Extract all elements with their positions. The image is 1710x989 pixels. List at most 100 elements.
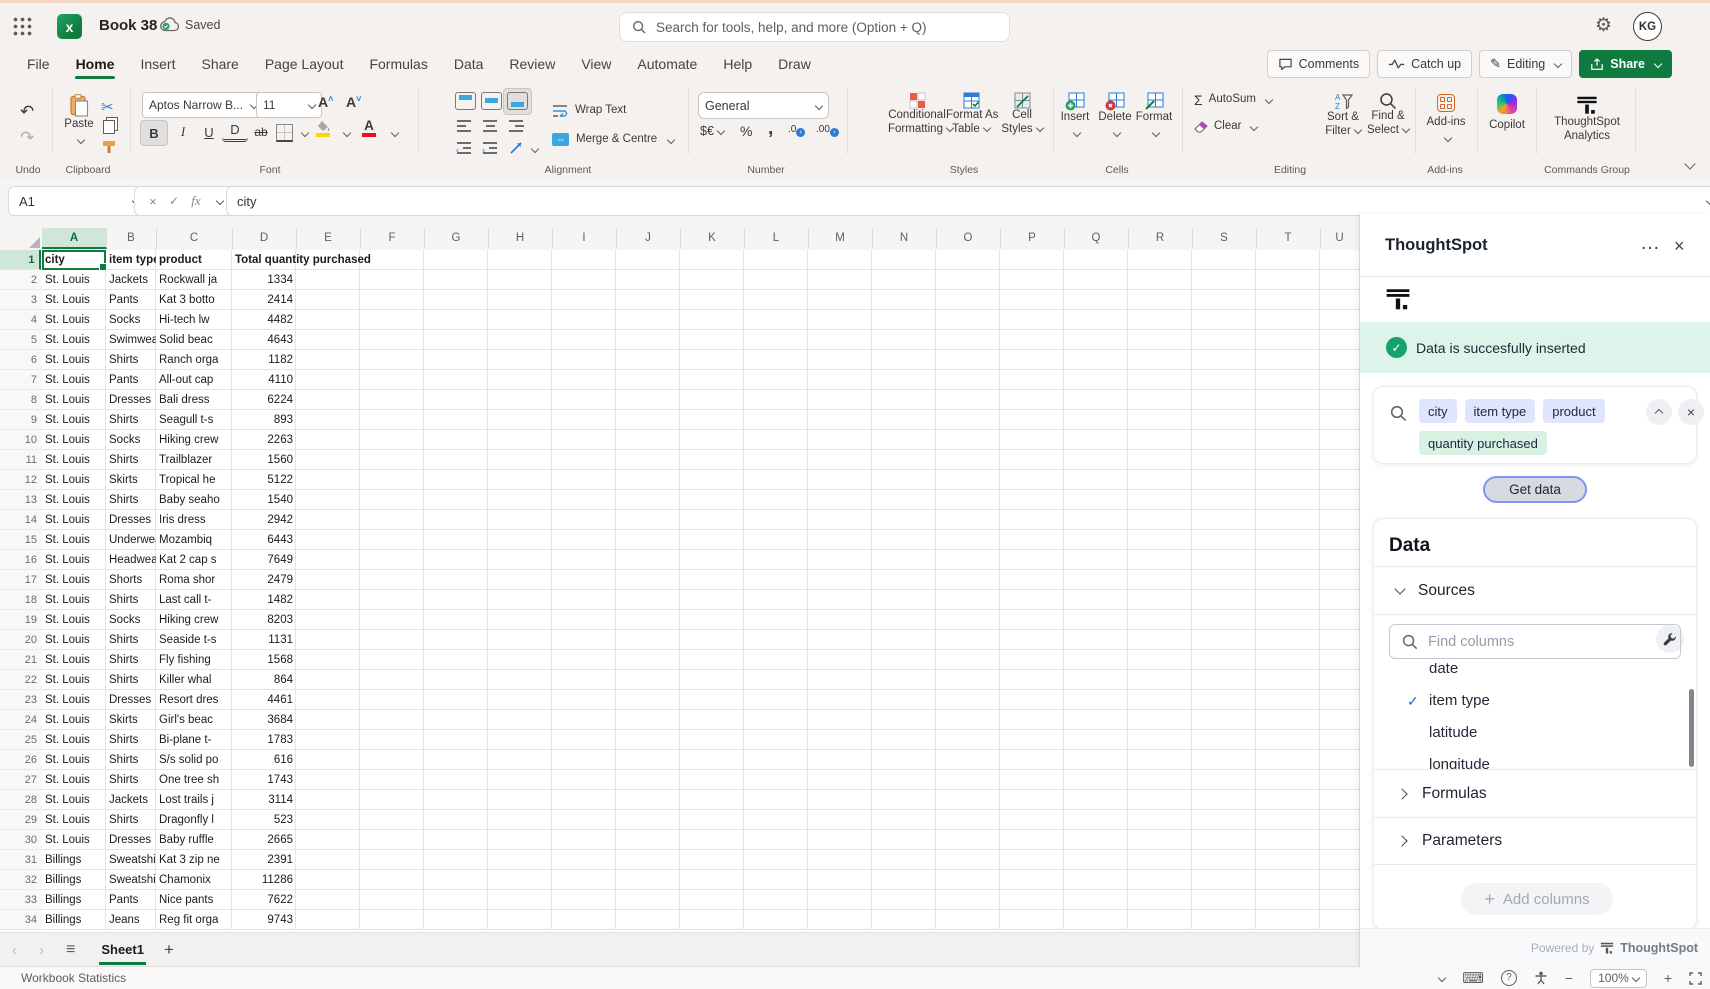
column-headers[interactable]: ABCDEFGHIJKLMNOPQRSTU — [42, 228, 1359, 251]
cell-A27[interactable]: St. Louis — [42, 770, 106, 790]
row-header-17[interactable]: 17 — [0, 570, 41, 590]
cell-B18[interactable]: Shirts — [106, 590, 156, 610]
cell-D30[interactable]: 2665 — [232, 830, 296, 850]
column-header-Q[interactable]: Q — [1064, 228, 1129, 249]
search-token-item-type[interactable]: item type — [1465, 399, 1536, 423]
column-header-C[interactable]: C — [156, 228, 233, 249]
source-column-date[interactable]: date — [1374, 663, 1696, 681]
workbook-statistics-button[interactable]: Workbook Statistics — [21, 971, 126, 985]
row-header-22[interactable]: 22 — [0, 670, 41, 690]
row-header-4[interactable]: 4 — [0, 310, 41, 330]
formulas-section-header[interactable]: Formulas — [1374, 770, 1696, 817]
wrap-text-button[interactable]: Wrap Text — [552, 104, 626, 118]
cell-D5[interactable]: 4643 — [232, 330, 296, 350]
cell-C19[interactable]: Hiking crew — [156, 610, 232, 630]
cell-D19[interactable]: 8203 — [232, 610, 296, 630]
insert-cells-button[interactable]: Insert — [1056, 92, 1094, 143]
cell-C9[interactable]: Seagull t-s — [156, 410, 232, 430]
menu-tab-share[interactable]: Share — [188, 50, 251, 78]
cell-B10[interactable]: Socks — [106, 430, 156, 450]
cell-C17[interactable]: Roma shor — [156, 570, 232, 590]
cell-B11[interactable]: Shirts — [106, 450, 156, 470]
cell-C32[interactable]: Chamonix — [156, 870, 232, 890]
cell-C11[interactable]: Trailblazer — [156, 450, 232, 470]
cell-C5[interactable]: Solid beac — [156, 330, 232, 350]
status-chevron-icon[interactable] — [1438, 974, 1446, 982]
percent-format-icon[interactable]: % — [740, 123, 752, 139]
column-header-J[interactable]: J — [616, 228, 681, 249]
cell-B9[interactable]: Shirts — [106, 410, 156, 430]
parameters-section-header[interactable]: Parameters — [1374, 818, 1696, 864]
menu-tab-view[interactable]: View — [568, 50, 624, 78]
row-header-1[interactable]: 1 — [0, 250, 41, 270]
cell-C6[interactable]: Ranch orga — [156, 350, 232, 370]
italic-button[interactable]: I — [170, 120, 196, 144]
source-column-latitude[interactable]: latitude — [1374, 721, 1696, 745]
cell-D31[interactable]: 2391 — [232, 850, 296, 870]
cell-C13[interactable]: Baby seaho — [156, 490, 232, 510]
panel-more-icon[interactable]: … — [1640, 232, 1660, 255]
row-header-32[interactable]: 32 — [0, 870, 41, 890]
cell-A22[interactable]: St. Louis — [42, 670, 106, 690]
thoughtspot-analytics-button[interactable]: ThoughtSpotAnalytics — [1546, 94, 1628, 143]
currency-format-button[interactable]: $€ — [700, 124, 724, 138]
grid-cells[interactable]: cityitem typeproductTotal quantity purch… — [42, 250, 1359, 930]
chevron-down-icon[interactable] — [301, 129, 309, 137]
cell-A6[interactable]: St. Louis — [42, 350, 106, 370]
row-header-31[interactable]: 31 — [0, 850, 41, 870]
sources-section-header[interactable]: Sources — [1374, 567, 1696, 614]
cell-A26[interactable]: St. Louis — [42, 750, 106, 770]
cell-B25[interactable]: Shirts — [106, 730, 156, 750]
increase-decimal-icon[interactable]: .00› — [816, 124, 839, 137]
cell-D29[interactable]: 523 — [232, 810, 296, 830]
column-header-N[interactable]: N — [872, 228, 937, 249]
panel-close-icon[interactable]: × — [1674, 236, 1685, 257]
clear-search-button[interactable]: × — [1678, 399, 1704, 425]
cell-B23[interactable]: Dresses — [106, 690, 156, 710]
prev-sheet-icon[interactable]: ‹ — [12, 942, 17, 959]
decrease-decimal-icon[interactable]: .0‹ — [788, 124, 805, 137]
cell-C7[interactable]: All-out cap — [156, 370, 232, 390]
scrollbar-thumb[interactable] — [1689, 689, 1694, 767]
cell-C24[interactable]: Girl's beac — [156, 710, 232, 730]
cell-C8[interactable]: Bali dress — [156, 390, 232, 410]
cell-C1[interactable]: product — [156, 250, 232, 270]
double-underline-button[interactable]: D — [222, 120, 248, 142]
search-token-city[interactable]: city — [1419, 399, 1457, 423]
cell-D24[interactable]: 3684 — [232, 710, 296, 730]
row-header-13[interactable]: 13 — [0, 490, 41, 510]
fill-color-button[interactable] — [316, 120, 332, 137]
column-header-B[interactable]: B — [106, 228, 157, 249]
source-column-longitude[interactable]: longitude — [1374, 753, 1696, 769]
row-header-19[interactable]: 19 — [0, 610, 41, 630]
column-header-E[interactable]: E — [296, 228, 361, 249]
row-header-12[interactable]: 12 — [0, 470, 41, 490]
cell-B20[interactable]: Shirts — [106, 630, 156, 650]
keyboard-icon[interactable]: ⌨ — [1462, 969, 1484, 987]
column-header-S[interactable]: S — [1192, 228, 1257, 249]
merge-centre-button[interactable]: ⇔ Merge & Centre — [552, 133, 674, 147]
cell-C22[interactable]: Killer whal — [156, 670, 232, 690]
cell-D1[interactable]: Total quantity purchased — [232, 250, 452, 270]
row-header-20[interactable]: 20 — [0, 630, 41, 650]
cell-B26[interactable]: Shirts — [106, 750, 156, 770]
format-cells-button[interactable]: Format — [1134, 92, 1174, 143]
strikethrough-button[interactable]: ab — [248, 120, 274, 144]
menu-tab-review[interactable]: Review — [496, 50, 568, 78]
insert-function-fx-icon[interactable]: fx — [191, 193, 200, 209]
row-header-9[interactable]: 9 — [0, 410, 41, 430]
cell-C30[interactable]: Baby ruffle — [156, 830, 232, 850]
cell-B32[interactable]: Sweatshirt — [106, 870, 156, 890]
cell-D27[interactable]: 1743 — [232, 770, 296, 790]
clear-button[interactable]: Clear — [1194, 120, 1257, 134]
cancel-entry-icon[interactable]: × — [149, 194, 157, 209]
sort-filter-button[interactable]: AZ Sort &Filter — [1322, 92, 1364, 138]
decrease-indent-icon[interactable]: ‹ — [457, 142, 472, 154]
row-headers[interactable]: 1234567891011121314151617181920212223242… — [0, 250, 43, 930]
underline-button[interactable]: U — [196, 120, 222, 144]
cell-D22[interactable]: 864 — [232, 670, 296, 690]
get-data-button[interactable]: Get data — [1483, 476, 1587, 503]
cell-styles-button[interactable]: CellStyles — [998, 92, 1046, 136]
cell-D9[interactable]: 893 — [232, 410, 296, 430]
cell-B6[interactable]: Shirts — [106, 350, 156, 370]
